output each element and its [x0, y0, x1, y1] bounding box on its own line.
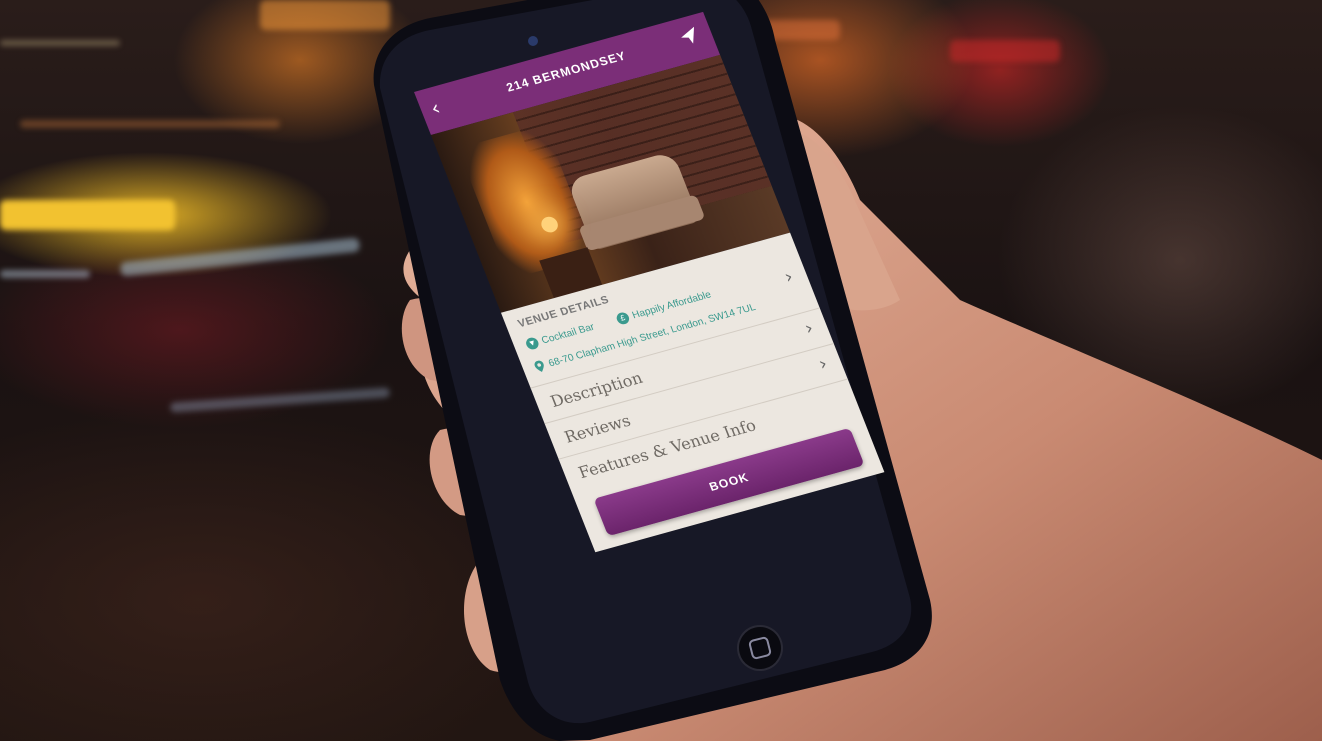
chevron-right-icon: › [815, 353, 831, 375]
currency-icon: £ [614, 311, 631, 326]
venue-type-label: Cocktail Bar [539, 321, 596, 347]
chevron-right-icon: › [801, 317, 817, 340]
map-pin-icon [534, 360, 544, 372]
chevron-right-icon[interactable]: › [781, 266, 796, 288]
cocktail-glass-icon: ▼ [524, 336, 541, 351]
